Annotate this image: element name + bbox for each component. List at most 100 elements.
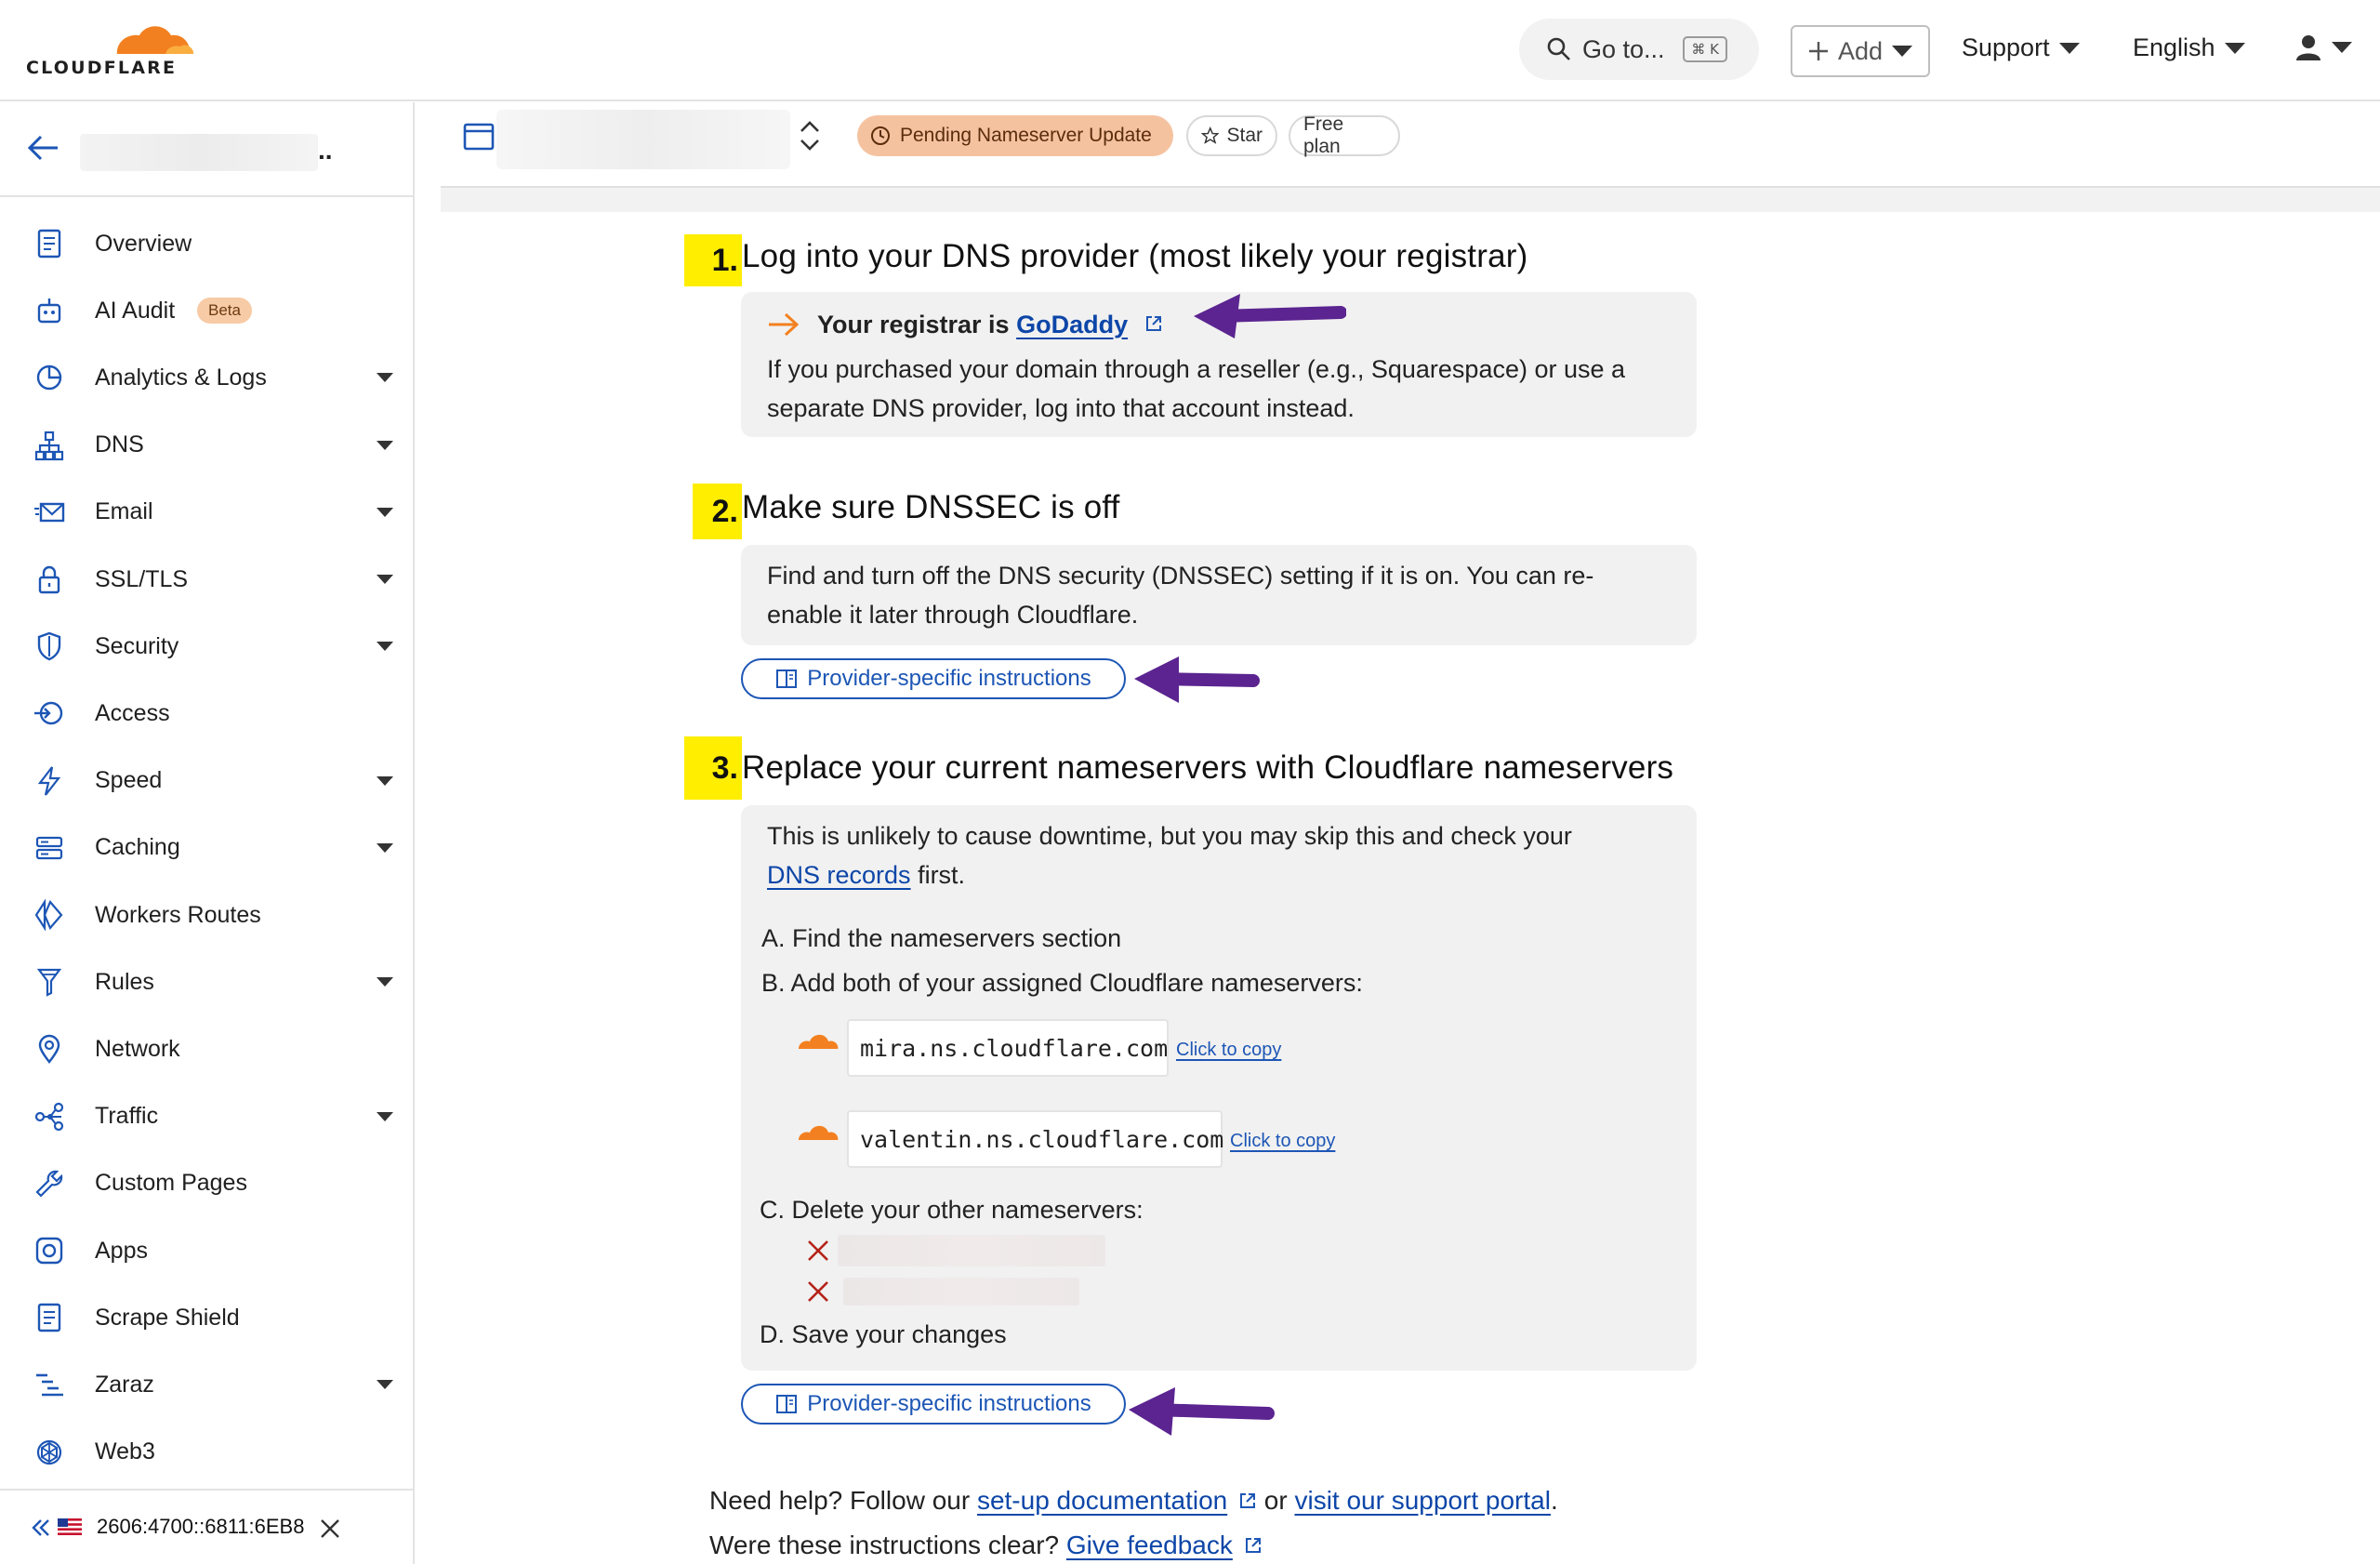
zone-switcher-icon[interactable]: [798, 119, 822, 152]
provider-instructions-label: Provider-specific instructions: [807, 666, 1091, 691]
top-bar: CLOUDFLARE Go to... ⌘ K Add Support Engl…: [0, 0, 2380, 101]
old-nameserver-redacted: [838, 1235, 1105, 1266]
arrow-right-icon: [769, 312, 800, 337]
goto-search[interactable]: Go to... ⌘ K: [1519, 19, 1759, 80]
sidebar-item-dns[interactable]: DNS: [0, 418, 413, 473]
language-menu[interactable]: English: [2133, 33, 2245, 62]
sidebar-item-speed[interactable]: Speed: [0, 753, 413, 809]
chevron-down-icon[interactable]: [377, 1380, 393, 1390]
step1-body-line2: separate DNS provider, log into that acc…: [767, 394, 1355, 422]
sidebar-item-access[interactable]: Access: [0, 685, 413, 741]
step2-title: Make sure DNSSEC is off: [742, 489, 1120, 525]
registrar-prefix: Your registrar is: [817, 311, 1010, 338]
chevron-down-icon[interactable]: [377, 642, 393, 652]
support-menu[interactable]: Support: [1962, 33, 2080, 62]
delete-x-icon: [808, 1281, 828, 1302]
cloudflare-cloud-icon: [797, 1034, 840, 1052]
step1-title: Log into your DNS provider (most likely …: [742, 238, 1528, 274]
setup-docs-link[interactable]: set-up documentation: [977, 1486, 1227, 1515]
chevron-down-icon: [2058, 42, 2080, 54]
step3-number: 3.: [684, 736, 742, 800]
sidebar-item-caching[interactable]: Caching: [0, 820, 413, 876]
registrar-line: Your registrar is GoDaddy: [817, 305, 1128, 344]
collapse-sidebar-icon[interactable]: [32, 1518, 50, 1537]
chevron-down-icon[interactable]: [377, 977, 393, 987]
step2-number: 2.: [693, 484, 742, 539]
sidebar-item-label: Traffic: [95, 1103, 159, 1130]
sidebar-item-scrape-shield[interactable]: Scrape Shield: [0, 1290, 413, 1345]
copy-nameserver-2-link[interactable]: Click to copy: [1230, 1131, 1335, 1152]
chevron-down-icon[interactable]: [377, 507, 393, 517]
user-menu[interactable]: [2294, 33, 2352, 61]
dns-records-link[interactable]: DNS records: [767, 861, 911, 889]
plan-badge[interactable]: Free plan: [1289, 113, 1400, 157]
beta-badge: Beta: [197, 298, 252, 325]
sidebar-item-ssl-tls[interactable]: SSL/TLS: [0, 551, 413, 607]
external-link-icon[interactable]: [1144, 314, 1163, 333]
back-arrow-icon[interactable]: [26, 134, 60, 162]
step3-sub-d: D. Save your changes: [760, 1320, 1007, 1348]
chevron-down-icon[interactable]: [377, 373, 393, 383]
sidebar-item-web3[interactable]: Web3: [0, 1425, 413, 1480]
logo-text: CLOUDFLARE: [26, 58, 178, 78]
sidebar-item-network[interactable]: Network: [0, 1021, 413, 1077]
external-link-icon[interactable]: [1244, 1536, 1263, 1555]
registrar-link[interactable]: GoDaddy: [1016, 311, 1128, 338]
pie-chart-icon: [36, 365, 62, 391]
add-button[interactable]: Add: [1791, 25, 1930, 77]
sidebar-item-label: Network: [95, 1035, 180, 1062]
nameserver-1[interactable]: mira.ns.cloudflare.com: [847, 1019, 1169, 1077]
status-badge[interactable]: Pending Nameserver Update: [857, 115, 1173, 156]
chevron-down-icon[interactable]: [377, 1111, 393, 1121]
copy-nameserver-1-link[interactable]: Click to copy: [1176, 1040, 1281, 1061]
sidebar-item-label: Apps: [95, 1237, 148, 1264]
chevron-down-icon[interactable]: [377, 775, 393, 786]
sidebar-item-email[interactable]: Email: [0, 484, 413, 540]
chevron-down-icon[interactable]: [377, 575, 393, 584]
sidebar-item-label: Custom Pages: [95, 1170, 247, 1197]
step3-body-line1: This is unlikely to cause downtime, but …: [767, 822, 1572, 850]
star-button[interactable]: Star: [1186, 115, 1277, 156]
sidebar-item-traffic[interactable]: Traffic: [0, 1089, 413, 1145]
account-dots: ..: [318, 136, 333, 165]
funnel-icon: [36, 969, 62, 997]
sidebar-item-custom-pages[interactable]: Custom Pages: [0, 1156, 413, 1212]
clock-icon: [871, 126, 890, 145]
lock-icon: [38, 565, 60, 594]
book-icon: [776, 669, 798, 688]
annotation-arrow-icon: [1129, 1387, 1275, 1436]
chevron-down-icon[interactable]: [377, 440, 393, 450]
close-icon[interactable]: [320, 1518, 340, 1539]
status-badge-label: Pending Nameserver Update: [900, 125, 1152, 146]
nameserver-2[interactable]: valentin.ns.cloudflare.com: [847, 1110, 1223, 1168]
apps-icon: [35, 1237, 63, 1265]
support-portal-link[interactable]: visit our support portal: [1294, 1486, 1550, 1515]
sidebar-item-ai-audit[interactable]: AI Audit Beta: [0, 283, 413, 338]
step3-card: This is unlikely to cause downtime, but …: [741, 805, 1697, 1371]
provider-instructions-button[interactable]: Provider-specific instructions: [741, 658, 1126, 699]
provider-instructions-button[interactable]: Provider-specific instructions: [741, 1384, 1126, 1425]
goto-label: Go to...: [1582, 34, 1665, 63]
step3-sub-c: C. Delete your other nameservers:: [760, 1196, 1144, 1224]
step3-sub-a: A. Find the nameservers section: [761, 924, 1122, 952]
give-feedback-link[interactable]: Give feedback: [1066, 1531, 1233, 1559]
feedback-line: Were these instructions clear? Give feed…: [709, 1526, 1263, 1564]
external-link-icon[interactable]: [1238, 1491, 1257, 1510]
document-icon: [37, 1303, 61, 1332]
sidebar-item-security[interactable]: Security: [0, 618, 413, 674]
step2-card: Find and turn off the DNS security (DNSS…: [741, 545, 1697, 645]
sidebar-item-rules[interactable]: Rules: [0, 954, 413, 1010]
step1-number: 1.: [684, 234, 742, 286]
sidebar-item-apps[interactable]: Apps: [0, 1223, 413, 1279]
cloudflare-logo[interactable]: CLOUDFLARE: [26, 17, 199, 82]
sidebar-item-analytics-logs[interactable]: Analytics & Logs: [0, 350, 413, 405]
sidebar-item-workers-routes[interactable]: Workers Routes: [0, 887, 413, 943]
sidebar-item-label: Zaraz: [95, 1371, 154, 1398]
chevron-down-icon[interactable]: [377, 842, 393, 853]
wrench-icon: [35, 1170, 63, 1198]
web3-icon: [36, 1439, 62, 1465]
sidebar-item-zaraz[interactable]: Zaraz: [0, 1357, 413, 1412]
chevron-down-icon: [2224, 42, 2245, 54]
ip-address: 2606:4700::6811:6EB8: [97, 1515, 305, 1538]
sidebar-item-overview[interactable]: Overview: [0, 216, 413, 272]
